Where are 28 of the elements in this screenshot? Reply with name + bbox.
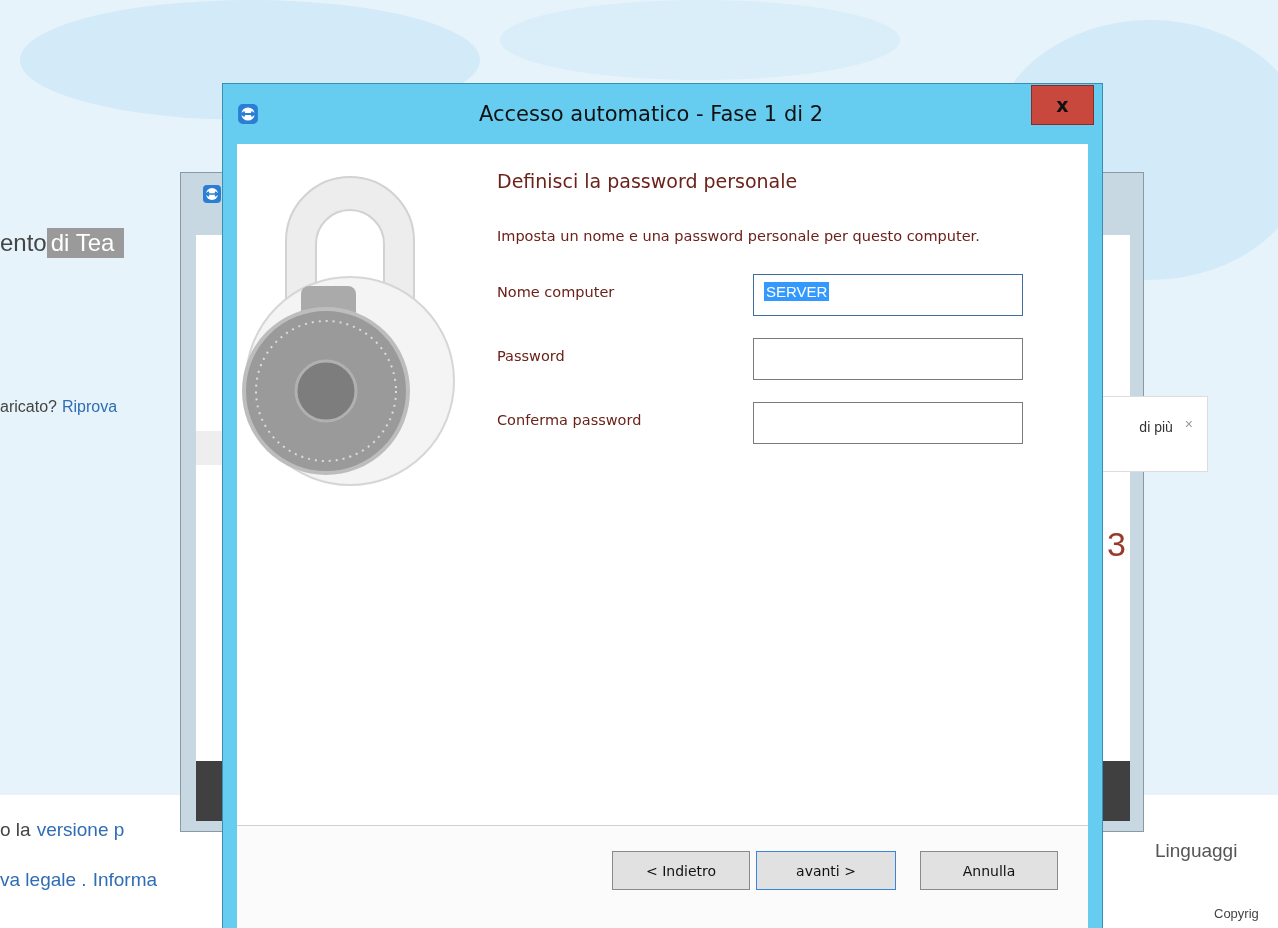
- close-button[interactable]: ×: [1184, 419, 1193, 429]
- input-field[interactable]: [753, 402, 1023, 444]
- page-heading: Definisci la password personale: [497, 170, 799, 192]
- large-digit: 3: [1107, 525, 1126, 564]
- notice-text: di più: [1139, 419, 1173, 435]
- close-button[interactable]: x: [1031, 85, 1094, 125]
- field-label: Nome computer: [497, 283, 616, 300]
- app-icon: [202, 184, 222, 204]
- dialog-button[interactable]: < Indietro: [612, 851, 750, 890]
- input-field[interactable]: [753, 338, 1023, 380]
- app-icon: [237, 103, 259, 125]
- footer-link[interactable]: va legale .: [0, 869, 87, 891]
- input-field[interactable]: SERVER: [753, 274, 1023, 316]
- retry-link[interactable]: Riprova: [61, 398, 118, 416]
- language-label[interactable]: Linguaggi: [1155, 840, 1238, 862]
- dialog-button[interactable]: Annulla: [920, 851, 1058, 890]
- field-label: Conferma password: [497, 411, 643, 428]
- footer-link[interactable]: Informa: [92, 869, 158, 891]
- footer-link[interactable]: versione p: [36, 819, 125, 841]
- retry-prompt: aricato?: [0, 398, 57, 416]
- dialog-button[interactable]: avanti >: [756, 851, 896, 890]
- window-title: Accesso automatico - Fase 1 di 2: [477, 102, 825, 126]
- highlighted-heading-text: di Tea: [46, 228, 125, 258]
- copyright-text: Copyrig: [1214, 906, 1259, 921]
- description-text: Imposta un nome e una password personale per questo computer.: [497, 227, 981, 246]
- page-heading: ento: [0, 228, 47, 258]
- field-label: Password: [497, 347, 566, 364]
- footer-text: o la: [0, 819, 31, 841]
